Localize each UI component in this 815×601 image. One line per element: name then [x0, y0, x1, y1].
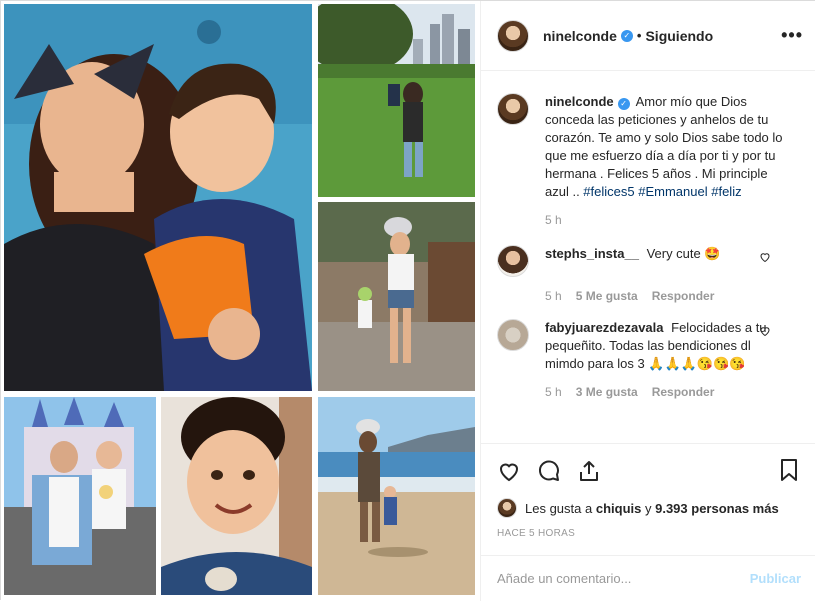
avatar[interactable] [497, 245, 529, 277]
post-timestamp[interactable]: HACE 5 HORAS [497, 528, 801, 539]
photo-castle [4, 397, 156, 595]
avatar[interactable] [497, 19, 529, 52]
hashtag-emmanuel[interactable]: #Emmanuel [638, 184, 707, 199]
comment-icon[interactable] [537, 459, 561, 483]
photo-child-portrait [161, 397, 312, 595]
comment-meta: 5 h 5 Me gusta Responder [545, 289, 801, 303]
following-button[interactable]: Siguiendo [645, 28, 713, 44]
separator-dot: • [636, 28, 642, 43]
comment-likes[interactable]: 3 Me gusta [576, 385, 638, 399]
heart-icon[interactable] [759, 325, 771, 337]
caption-username[interactable]: ninelconde [545, 94, 614, 109]
header-username[interactable]: ninelconde [543, 28, 617, 44]
heart-icon[interactable] [497, 459, 521, 483]
comment-likes[interactable]: 5 Me gusta [576, 289, 638, 303]
reply-button[interactable]: Responder [652, 385, 715, 399]
avatar[interactable] [497, 319, 529, 351]
comment-text: Very cute 🤩 [646, 246, 721, 261]
comments-list[interactable]: ninelconde ✓ Amor mío que Dios conceda las… [481, 71, 815, 443]
add-comment-bar: Publicar [481, 555, 815, 601]
hashtag-feliz[interactable]: #feliz [711, 184, 741, 199]
likes-summary: Les gusta a chiquis y 9.393 personas más [497, 498, 801, 518]
verified-badge-icon: ✓ [620, 29, 633, 42]
reply-button[interactable]: Responder [652, 289, 715, 303]
photo-mother-son-main [4, 4, 312, 391]
heart-icon[interactable] [759, 251, 771, 263]
hashtag-felices5[interactable]: #felices5 [583, 184, 634, 199]
verified-badge-icon: ✓ [617, 98, 630, 110]
instagram-post: ninelconde ✓ • Siguiendo ••• ninelconde ✓… [0, 0, 815, 601]
photo-street [318, 202, 475, 391]
comment-item: fabyjuarezdezavala Felocidades a tu pequ… [497, 319, 801, 373]
comment-username[interactable]: fabyjuarezdezavala [545, 320, 664, 335]
caption-time[interactable]: 5 h [545, 213, 562, 227]
comment-username[interactable]: stephs_insta__ [545, 246, 639, 261]
share-icon[interactable] [577, 459, 601, 483]
photo-beach [318, 397, 475, 595]
post-actions: Les gusta a chiquis y 9.393 personas más… [481, 443, 815, 555]
likes-connector: y [644, 500, 652, 516]
avatar[interactable] [497, 93, 529, 125]
post-header: ninelconde ✓ • Siguiendo ••• [481, 1, 815, 71]
comment-time[interactable]: 5 h [545, 289, 562, 303]
photo-park [318, 4, 475, 197]
more-options-icon[interactable]: ••• [781, 25, 803, 46]
avatar[interactable] [497, 498, 517, 518]
caption-meta: 5 h [545, 213, 801, 227]
likes-user[interactable]: chiquis [596, 501, 642, 516]
likes-count[interactable]: 9.393 personas más [655, 501, 779, 516]
likes-prefix: Les gusta a [525, 500, 593, 516]
comment-input[interactable] [497, 571, 750, 586]
comment-item: stephs_insta__ Very cute 🤩 [497, 245, 801, 277]
publish-button[interactable]: Publicar [750, 571, 801, 586]
post-side-pane: ninelconde ✓ • Siguiendo ••• ninelconde ✓… [480, 1, 815, 601]
comment-time[interactable]: 5 h [545, 385, 562, 399]
caption: ninelconde ✓ Amor mío que Dios conceda las… [497, 93, 801, 201]
bookmark-icon[interactable] [777, 458, 801, 482]
photo-collage[interactable] [1, 1, 480, 601]
comment-meta: 5 h 3 Me gusta Responder [545, 385, 801, 399]
